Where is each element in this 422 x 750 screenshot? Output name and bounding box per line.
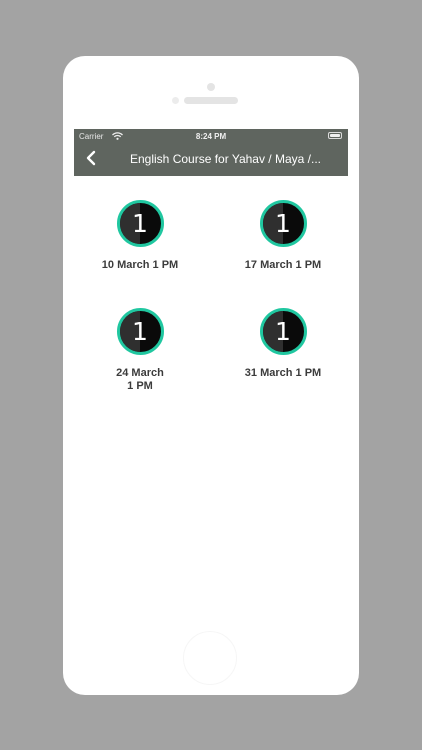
session-number-badge: 1 bbox=[116, 200, 164, 247]
status-time: 8:24 PM bbox=[195, 132, 227, 141]
battery-icon bbox=[328, 132, 342, 139]
session-number-badge: 1 bbox=[259, 200, 307, 247]
speaker-grille bbox=[184, 97, 238, 104]
navigation-bar: Carrier 8:24 PM English Course for Yahav… bbox=[74, 129, 348, 176]
session-date-label: 24 March 1 PM bbox=[80, 367, 200, 393]
session-number: 1 bbox=[275, 209, 291, 238]
session-number: 1 bbox=[132, 209, 148, 238]
sensor-dot bbox=[172, 97, 179, 104]
phone-frame: Carrier 8:24 PM English Course for Yahav… bbox=[63, 56, 359, 695]
session-number-badge: 1 bbox=[259, 308, 307, 355]
session-time-line: 1 PM bbox=[127, 380, 153, 392]
page-title: English Course for Yahav / Maya /... bbox=[130, 152, 321, 166]
chevron-left-icon[interactable] bbox=[84, 150, 98, 166]
session-item[interactable]: 1 17 March 1 PM bbox=[223, 200, 343, 272]
session-date-line: 24 March bbox=[116, 367, 164, 379]
app-screen: Carrier 8:24 PM English Course for Yahav… bbox=[74, 129, 348, 619]
session-item[interactable]: 1 24 March 1 PM bbox=[80, 308, 200, 393]
session-number-badge: 1 bbox=[116, 308, 164, 355]
camera-dot bbox=[207, 83, 215, 91]
session-number: 1 bbox=[132, 317, 148, 346]
session-date-label: 17 March 1 PM bbox=[244, 259, 322, 271]
session-number: 1 bbox=[275, 317, 291, 346]
home-button[interactable] bbox=[183, 631, 237, 685]
session-date-label: 10 March 1 PM bbox=[101, 259, 179, 271]
session-item[interactable]: 1 31 March 1 PM bbox=[223, 308, 343, 380]
session-date-label: 31 March 1 PM bbox=[244, 367, 322, 379]
session-item[interactable]: 1 10 March 1 PM bbox=[80, 200, 200, 272]
